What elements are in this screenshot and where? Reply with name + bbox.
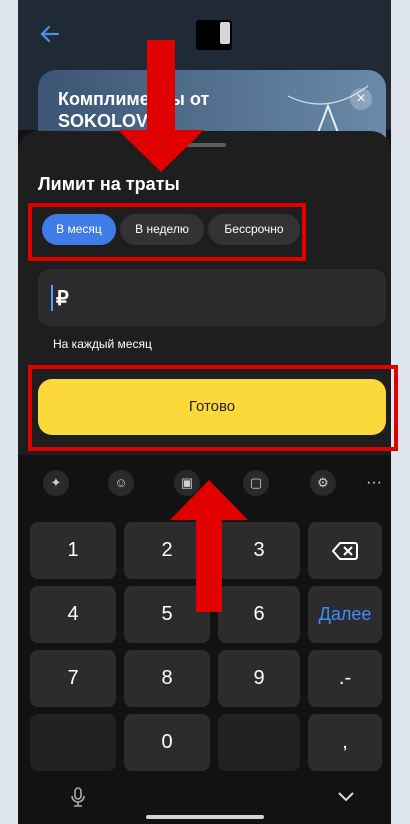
annotation-box-tabs [28,203,306,261]
key-empty-right [218,714,300,771]
settings-icon[interactable]: ⚙ [310,470,336,496]
key-9[interactable]: 9 [218,650,300,707]
backspace-key[interactable] [308,522,382,579]
key-4[interactable]: 4 [30,586,116,643]
key-1[interactable]: 1 [30,522,116,579]
key-0[interactable]: 0 [124,714,210,771]
key-comma[interactable]: , [308,714,382,771]
next-key[interactable]: Далее [308,586,382,643]
home-indicator[interactable] [146,815,264,819]
backspace-icon [331,541,358,560]
microphone-icon[interactable] [68,786,88,808]
annotation-box-done [28,365,398,451]
key-empty-left [30,714,116,771]
annotation-arrow-down [118,40,204,172]
back-arrow-icon[interactable] [38,22,62,46]
amount-input[interactable]: ₽ [38,269,386,326]
sparkle-icon[interactable]: ✦ [43,470,69,496]
chevron-down-icon[interactable] [336,790,356,804]
key-8[interactable]: 8 [124,650,210,707]
sheet-title: Лимит на траты [38,174,180,194]
annotation-arrow-up [170,480,248,612]
key-7[interactable]: 7 [30,650,116,707]
text-caret [51,285,53,311]
currency-symbol: ₽ [56,288,69,310]
more-icon[interactable]: ··· [366,470,391,496]
key-dot-minus[interactable]: .- [308,650,382,707]
background-app-header: Комплименты от SOKOLOV × [18,0,391,160]
emoji-icon[interactable]: ☺ [108,470,134,496]
limit-hint: На каждый месяц [53,337,152,351]
